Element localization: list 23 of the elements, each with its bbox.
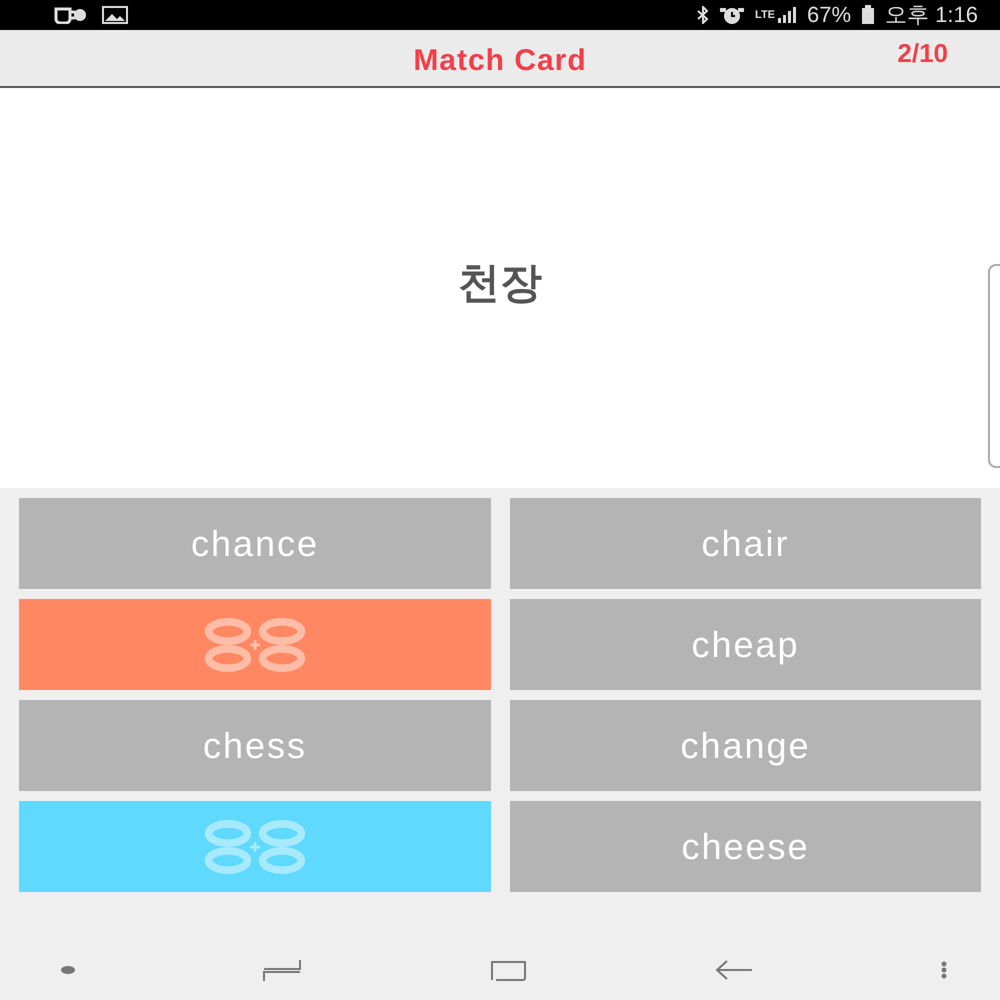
alarm-icon: [719, 5, 746, 25]
word-card[interactable]: chess: [19, 700, 491, 791]
app-notification-icon: [54, 6, 88, 24]
word-card[interactable]: cheese: [510, 801, 981, 892]
more-icon[interactable]: [940, 960, 948, 980]
home-icon[interactable]: [488, 958, 528, 982]
battery-percent: 67%: [807, 2, 852, 28]
signal-icon: [777, 6, 798, 24]
word-card[interactable]: chance: [19, 498, 491, 589]
back-icon[interactable]: [714, 958, 754, 982]
bluetooth-icon: [697, 6, 710, 24]
recent-apps-icon[interactable]: [262, 958, 302, 982]
dot-icon[interactable]: [60, 965, 76, 975]
progress-counter: 2/10: [897, 38, 948, 69]
clock-time: 오후 1:16: [885, 1, 978, 29]
app-title: Match Card: [413, 44, 587, 78]
word-card[interactable]: chair: [510, 498, 981, 589]
word-card[interactable]: cheap: [510, 599, 981, 690]
network-type-label: LTE: [755, 9, 776, 21]
battery-icon: [861, 5, 876, 25]
image-icon: [102, 6, 128, 24]
question-word: 천장: [458, 257, 542, 309]
word-card[interactable]: change: [510, 700, 981, 791]
